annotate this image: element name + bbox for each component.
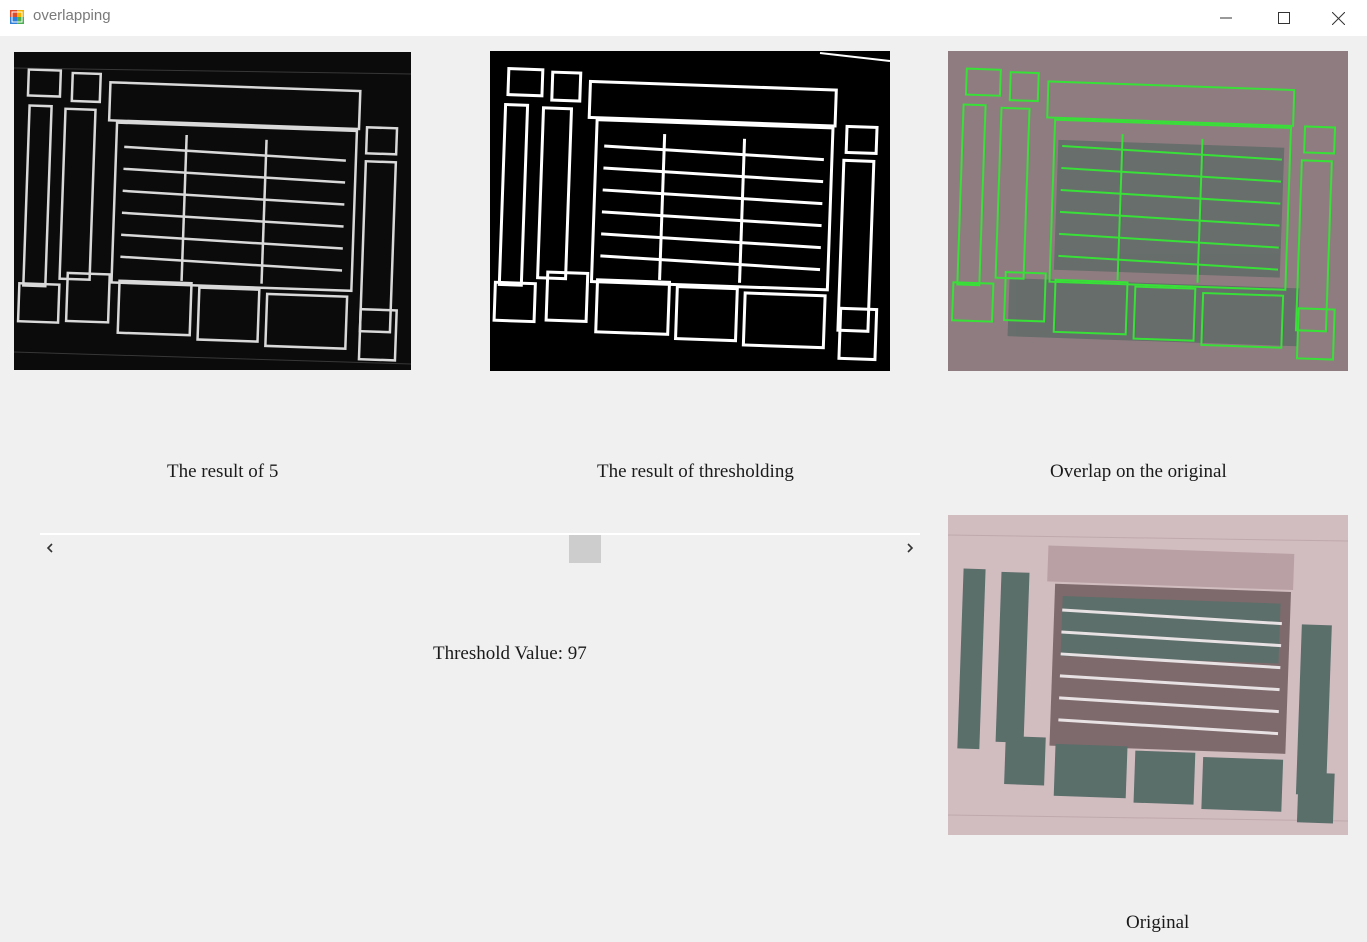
overlap-image [948,51,1348,371]
maximize-button[interactable] [1255,0,1313,36]
scroll-right-button[interactable] [900,539,920,557]
original-caption: Original [1126,912,1190,933]
title-bar: overlapping [0,0,1367,36]
overlap-caption: Overlap on the original [1050,461,1227,482]
threshold-scrollbar[interactable] [40,533,920,563]
edge-result-image [14,52,411,370]
threshold-label: Threshold Value: [433,643,563,664]
maximize-icon [1278,12,1290,24]
app-icon [10,10,24,24]
threshold-result-image [490,51,890,371]
window-title: overlapping [33,7,111,24]
threshold-value-readout: Threshold Value: 97 [433,643,587,665]
chevron-right-icon [907,543,914,553]
scroll-left-button[interactable] [40,539,60,557]
close-button[interactable] [1309,0,1367,36]
scroll-track[interactable] [40,533,920,535]
minimize-button[interactable] [1197,0,1255,36]
chevron-left-icon [46,543,53,553]
edge-result-caption: The result of 5 [167,461,279,482]
original-image [948,515,1348,835]
threshold-result-caption: The result of thresholding [597,461,794,482]
close-icon [1331,11,1345,25]
minimize-icon [1220,17,1232,19]
scroll-thumb[interactable] [569,535,602,563]
threshold-value: 97 [567,643,587,664]
